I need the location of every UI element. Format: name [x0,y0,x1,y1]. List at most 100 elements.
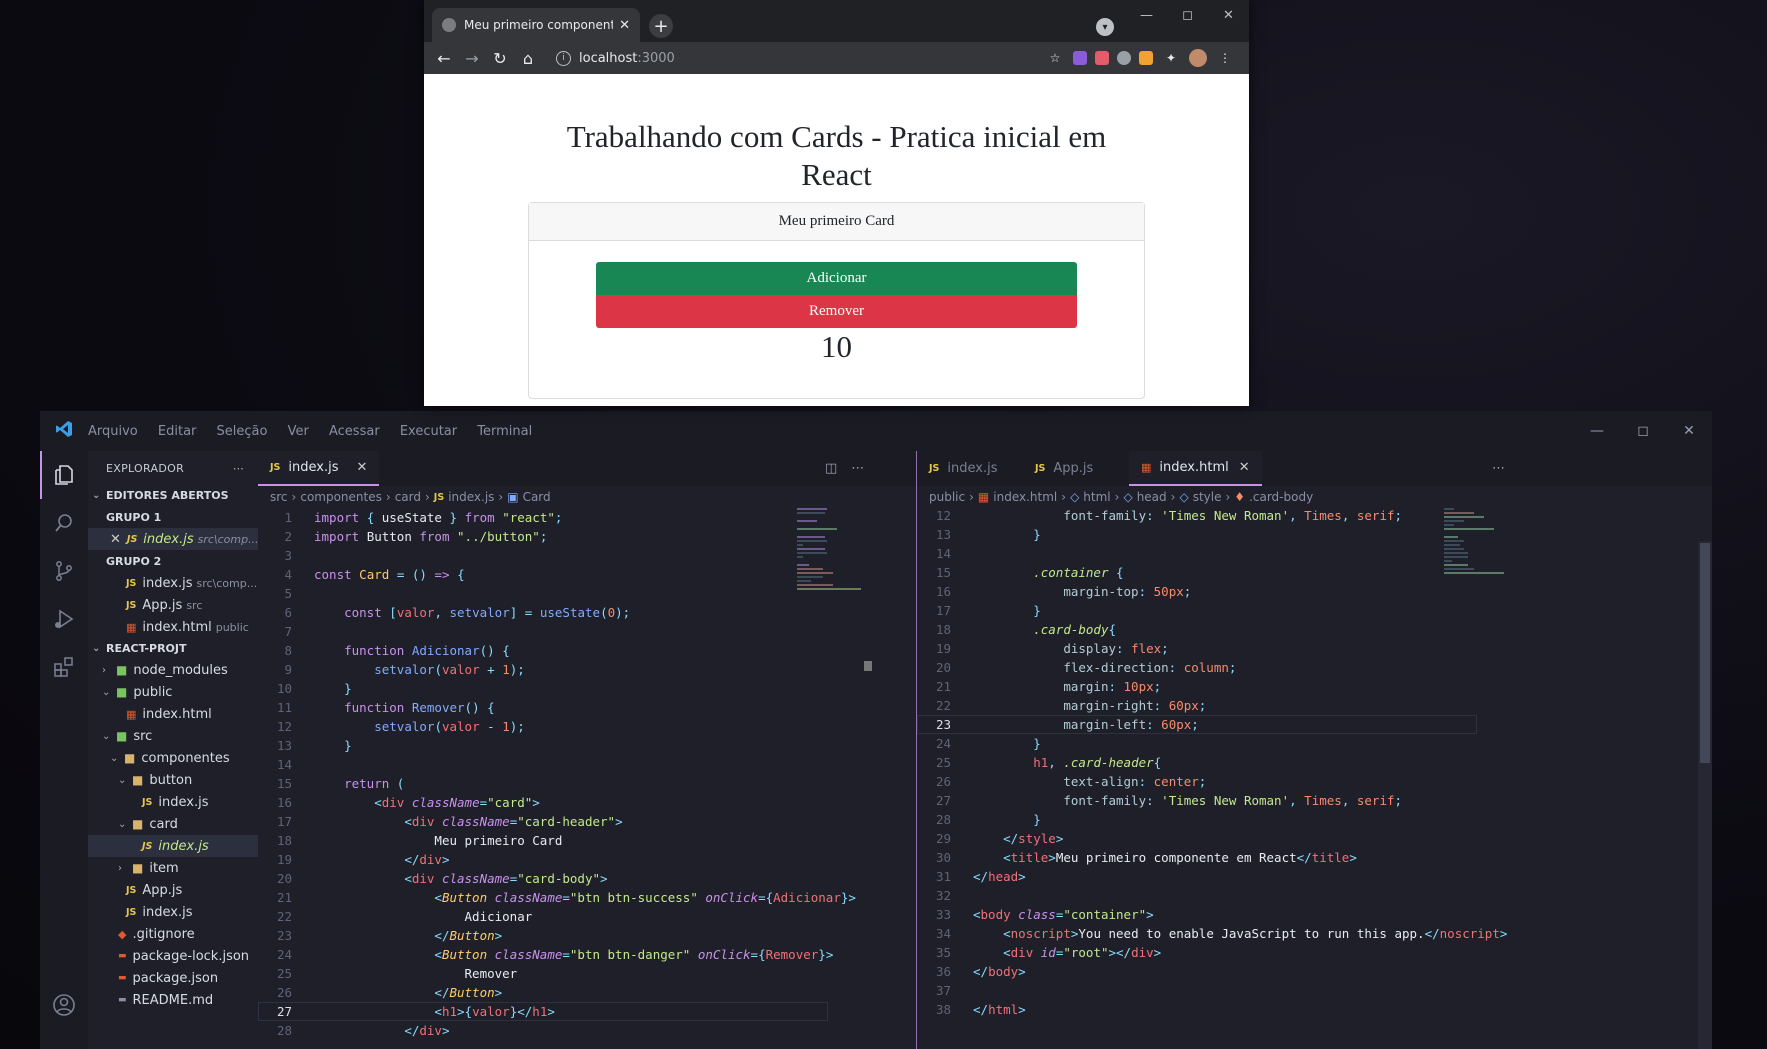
menu-terminal[interactable]: Terminal [477,424,532,439]
breadcrumb-item[interactable]: style [1193,490,1222,504]
left-editor-actions: ◫ ⋯ [825,451,864,486]
tree-item-button-index[interactable]: JS index.js [88,791,258,813]
breadcrumb-item[interactable]: index.html [993,490,1057,504]
breadcrumb-item[interactable]: Card [523,490,551,504]
more-actions-icon[interactable]: ⋯ [851,461,864,476]
tree-item-gitignore[interactable]: ◆ .gitignore [88,923,258,945]
tree-item-app[interactable]: JS App.js [88,879,258,901]
info-icon[interactable]: i [556,50,571,66]
breadcrumb-item[interactable]: head [1137,490,1167,504]
tree-item-readme[interactable]: ▬ README.md [88,989,258,1011]
breadcrumb-item[interactable]: componentes [300,490,382,504]
account-icon[interactable] [40,981,88,1029]
open-editor-item[interactable]: JS index.js src\comp... [88,572,258,594]
explorer-icon[interactable] [40,451,88,499]
menu-arquivo[interactable]: Arquivo [88,424,138,439]
run-debug-icon[interactable] [40,595,88,643]
open-editor-item[interactable]: JS App.js src [88,594,258,616]
avatar[interactable] [1189,49,1207,67]
tab-index-html[interactable]: ▦ index.html ✕ [1129,451,1262,486]
tree-item-package[interactable]: ▬ package.json [88,967,258,989]
browser-tab[interactable]: Meu primeiro componente em R ✕ [432,8,640,42]
breadcrumb-item[interactable]: public [929,490,965,504]
close-tab-icon[interactable]: ✕ [619,18,630,33]
tab-app-js[interactable]: JS App.js [1023,451,1129,486]
maximize-icon[interactable]: ◻ [1167,0,1208,30]
symbol-element-icon: ◇ [1179,490,1189,504]
tree-item-public[interactable]: ⌄ ■ public [88,681,258,703]
open-editors-section[interactable]: ⌄ EDITORES ABERTOS [88,485,258,506]
js-file-icon: JS [142,796,153,808]
menu-acessar[interactable]: Acessar [329,424,380,439]
tree-item-src[interactable]: ⌄ ■ src [88,725,258,747]
tree-item-public-index[interactable]: ▦ index.html [88,703,258,725]
open-editor-item[interactable]: ✕ JS index.js src\comp... [88,528,258,550]
menu-ver[interactable]: Ver [288,424,309,439]
menu-kebab-icon[interactable]: ⋮ [1215,50,1235,66]
js-file-icon: JS [126,599,137,611]
tree-item-node-modules[interactable]: › ■ node_modules [88,659,258,681]
close-tab-icon[interactable]: ✕ [356,460,367,475]
close-icon[interactable]: ✕ [1666,411,1712,451]
minimize-icon[interactable]: — [1126,0,1167,30]
breadcrumb-item[interactable]: html [1083,490,1110,504]
breadcrumb-item[interactable]: card [395,490,421,504]
tab-index-js[interactable]: JS index.js [917,451,1023,486]
js-file-icon: JS [126,533,138,545]
back-icon[interactable]: ← [430,49,458,68]
new-tab-icon[interactable]: + [649,14,673,38]
extension-feather-icon[interactable] [1073,51,1087,65]
right-code-editor[interactable]: 12 font-family: 'Times New Roman', Times… [917,506,1507,1019]
split-editor-icon[interactable]: ◫ [825,461,837,476]
tab-search-icon[interactable]: ▾ [1096,18,1114,36]
extension-mail-icon[interactable] [1095,51,1109,65]
left-minimap[interactable] [797,508,867,708]
git-icon: ◆ [118,927,127,941]
html-file-icon: ▦ [126,707,137,721]
tab-index-js[interactable]: JS index.js ✕ [258,451,380,486]
address-bar[interactable]: i localhost:3000 [556,50,675,66]
tree-item-button[interactable]: ⌄ ■ button [88,769,258,791]
remove-button[interactable]: Remover [596,295,1077,328]
extension-orange-icon[interactable] [1139,51,1153,65]
menu-executar[interactable]: Executar [400,424,457,439]
tree-item-src-index[interactable]: JS index.js [88,901,258,923]
chevron-right-icon: › [118,862,122,874]
add-button[interactable]: Adicionar [596,262,1077,295]
bookmark-star-icon[interactable]: ☆ [1045,50,1065,66]
extensions-icon[interactable] [40,643,88,691]
close-icon[interactable]: ✕ [1208,0,1249,30]
home-icon[interactable]: ⌂ [514,49,542,68]
search-icon[interactable] [40,499,88,547]
browser-window: Meu primeiro componente em R ✕ + ▾ — ◻ ✕… [424,0,1249,406]
project-section[interactable]: ⌄ REACT-PROJT [88,638,258,659]
menu-editar[interactable]: Editar [158,424,197,439]
tree-item-card[interactable]: ⌄ ■ card [88,813,258,835]
folder-open-icon: ■ [132,773,144,787]
right-scrollbar-thumb[interactable] [1700,543,1710,763]
tree-item-componentes[interactable]: ⌄ ■ componentes [88,747,258,769]
breadcrumb-item[interactable]: .card-body [1249,490,1313,504]
breadcrumb-item[interactable]: src [270,490,288,504]
maximize-icon[interactable]: ◻ [1620,411,1666,451]
close-tab-icon[interactable]: ✕ [1239,460,1250,475]
left-code-editor[interactable]: 1 import { useState } from "react"; 2 impo… [258,508,856,1040]
tree-item-card-index[interactable]: JS index.js [88,835,258,857]
open-editor-item[interactable]: ▦ index.html public [88,616,258,638]
minimize-icon[interactable]: — [1574,411,1620,451]
scroll-indicator[interactable] [864,661,872,671]
forward-icon[interactable]: → [458,49,486,68]
html-file-icon: ▦ [977,490,990,504]
menu-selecao[interactable]: Seleção [217,424,268,439]
reload-icon[interactable]: ↻ [486,49,514,68]
extension-shield-icon[interactable] [1117,51,1131,65]
breadcrumb-item[interactable]: index.js [448,490,494,504]
more-actions-icon[interactable]: ⋯ [233,462,244,475]
tree-item-package-lock[interactable]: ▬ package-lock.json [88,945,258,967]
extensions-puzzle-icon[interactable]: ✦ [1161,50,1181,66]
source-control-icon[interactable] [40,547,88,595]
tree-item-item[interactable]: › ■ item [88,857,258,879]
more-actions-icon[interactable]: ⋯ [1492,461,1505,476]
right-minimap[interactable] [1444,508,1514,708]
close-icon[interactable]: ✕ [110,532,121,547]
